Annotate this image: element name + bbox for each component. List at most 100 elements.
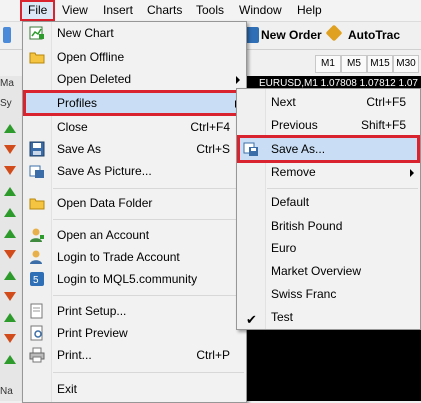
print-setup-icon bbox=[29, 303, 45, 319]
checkmark-icon: ✔ bbox=[246, 312, 257, 327]
menu-item-label: Print Preview bbox=[57, 326, 128, 340]
menu-item-label: Save As Picture... bbox=[57, 164, 152, 178]
save-picture-icon bbox=[29, 163, 45, 179]
menu-item-label: Open Deleted bbox=[57, 72, 132, 86]
autotrading-button[interactable]: AutoTrac bbox=[348, 27, 400, 43]
menu-item-profile-default[interactable]: Default bbox=[237, 191, 420, 213]
menu-item-shortcut: Ctrl+F4 bbox=[190, 120, 230, 134]
menu-item-label: Open Offline bbox=[57, 50, 125, 64]
down-arrow-icon bbox=[3, 332, 17, 346]
menu-item-profile-british-pound[interactable]: British Pound bbox=[237, 215, 420, 237]
menu-item-login-trade-account[interactable]: Login to Trade Account bbox=[23, 246, 246, 268]
mql5-icon: 5 bbox=[29, 271, 45, 287]
menu-separator bbox=[53, 372, 244, 373]
menu-item-shortcut: Ctrl+S bbox=[196, 142, 230, 156]
menu-item-label: Close bbox=[57, 120, 88, 134]
up-arrow-icon bbox=[3, 185, 17, 199]
menu-item-label: Previous bbox=[271, 118, 318, 132]
timeframe-m1[interactable]: M1 bbox=[315, 55, 341, 73]
menu-window[interactable]: Window bbox=[233, 0, 288, 21]
up-arrow-icon bbox=[3, 311, 17, 325]
menu-item-label: Market Overview bbox=[271, 264, 362, 278]
menu-item-shortcut: Ctrl+P bbox=[196, 348, 230, 362]
submenu-arrow-icon bbox=[410, 169, 414, 177]
menu-item-open-offline[interactable]: Open Offline bbox=[23, 46, 246, 68]
account-icon bbox=[29, 227, 45, 243]
printer-icon bbox=[29, 347, 45, 363]
menu-item-save-as[interactable]: Save As Ctrl+S bbox=[23, 138, 246, 160]
menu-item-profiles[interactable]: Profiles bbox=[23, 90, 246, 116]
market-watch-tab[interactable]: Ma bbox=[0, 78, 22, 89]
menu-item-label: Test bbox=[271, 310, 294, 324]
menu-item-label: Default bbox=[271, 195, 310, 209]
menu-item-close[interactable]: Close Ctrl+F4 bbox=[23, 116, 246, 138]
menu-item-shortcut: Shift+F5 bbox=[360, 118, 406, 132]
save-icon bbox=[29, 141, 45, 157]
menu-bar: File View Insert Charts Tools Window Hel… bbox=[0, 0, 421, 22]
menu-separator bbox=[53, 188, 244, 189]
menu-item-label: Login to MQL5.community bbox=[57, 272, 198, 286]
menu-file[interactable]: File bbox=[20, 0, 56, 21]
menu-item-label: Print... bbox=[57, 348, 92, 362]
menu-item-print-setup[interactable]: Print Setup... bbox=[23, 300, 246, 322]
menu-item-label: Swiss Franc bbox=[271, 287, 337, 301]
down-arrow-icon bbox=[3, 143, 17, 157]
menu-item-open-deleted[interactable]: Open Deleted bbox=[23, 68, 246, 90]
menu-item-profile-test[interactable]: ✔ Test bbox=[237, 306, 420, 328]
menu-item-profile-market-overview[interactable]: Market Overview bbox=[237, 260, 420, 282]
menu-tools[interactable]: Tools bbox=[190, 0, 230, 21]
new-order-button[interactable]: New Order bbox=[261, 27, 322, 43]
menu-item-label: Save As bbox=[57, 142, 102, 156]
down-arrow-icon bbox=[3, 248, 17, 262]
menu-item-print[interactable]: Print... Ctrl+P bbox=[23, 344, 246, 366]
login-icon bbox=[29, 249, 45, 265]
menu-item-label: Remove bbox=[271, 165, 316, 179]
menu-item-print-preview[interactable]: Print Preview bbox=[23, 322, 246, 344]
menu-item-previous-profile[interactable]: Previous Shift+F5 bbox=[237, 114, 420, 136]
menu-insert[interactable]: Insert bbox=[97, 0, 139, 21]
menu-item-next-profile[interactable]: Next Ctrl+F5 bbox=[237, 91, 420, 113]
menu-item-save-profile-as[interactable]: Save As... bbox=[237, 135, 420, 163]
up-arrow-icon bbox=[3, 227, 17, 241]
navigator-tab[interactable]: Na bbox=[0, 386, 22, 397]
autotrading-icon[interactable] bbox=[325, 24, 343, 42]
menu-item-remove-profile[interactable]: Remove bbox=[237, 161, 420, 183]
menu-item-open-data-folder[interactable]: Open Data Folder bbox=[23, 192, 246, 214]
menu-item-login-mql5[interactable]: 5 Login to MQL5.community bbox=[23, 268, 246, 290]
menu-item-open-account[interactable]: Open an Account bbox=[23, 224, 246, 246]
menu-view[interactable]: View bbox=[56, 0, 94, 21]
menu-item-label: New Chart bbox=[57, 26, 114, 40]
menu-item-label: Euro bbox=[271, 241, 297, 255]
menu-separator bbox=[267, 188, 418, 189]
menu-item-exit[interactable]: Exit bbox=[23, 378, 246, 400]
timeframe-bar: M1 M5 M15 M30 bbox=[245, 52, 421, 74]
up-arrow-icon bbox=[3, 269, 17, 283]
menu-item-label: Profiles bbox=[57, 96, 98, 110]
folder-icon bbox=[29, 195, 45, 211]
menu-item-label: Login to Trade Account bbox=[57, 250, 180, 264]
symbol-column-header: Sy bbox=[0, 98, 12, 109]
save-profile-icon bbox=[243, 141, 259, 157]
menu-item-profile-swiss-franc[interactable]: Swiss Franc bbox=[237, 283, 420, 305]
timeframe-m30[interactable]: M30 bbox=[393, 55, 419, 73]
timeframe-m5[interactable]: M5 bbox=[341, 55, 367, 73]
svg-text:5: 5 bbox=[33, 275, 39, 286]
new-chart-icon bbox=[29, 25, 45, 41]
folder-icon bbox=[29, 49, 45, 65]
menu-separator bbox=[53, 295, 244, 296]
menu-item-save-as-picture[interactable]: Save As Picture... bbox=[23, 160, 246, 182]
menu-item-new-chart[interactable]: New Chart bbox=[23, 22, 246, 44]
up-arrow-icon bbox=[3, 122, 17, 136]
menu-charts[interactable]: Charts bbox=[141, 0, 188, 21]
menu-item-label: Open Data Folder bbox=[57, 196, 153, 210]
timeframe-m15[interactable]: M15 bbox=[367, 55, 393, 73]
print-preview-icon bbox=[29, 325, 45, 341]
market-watch-panel: Ma Sy Na bbox=[0, 76, 23, 401]
menu-item-profile-euro[interactable]: Euro bbox=[237, 237, 420, 259]
menu-item-label: Next bbox=[271, 95, 296, 109]
file-menu: New Chart Open Offline Open Deleted Prof… bbox=[22, 21, 247, 403]
menu-item-label: Open an Account bbox=[57, 228, 150, 242]
up-arrow-icon bbox=[3, 353, 17, 367]
menu-item-label: Exit bbox=[57, 382, 78, 396]
menu-help[interactable]: Help bbox=[291, 0, 328, 21]
